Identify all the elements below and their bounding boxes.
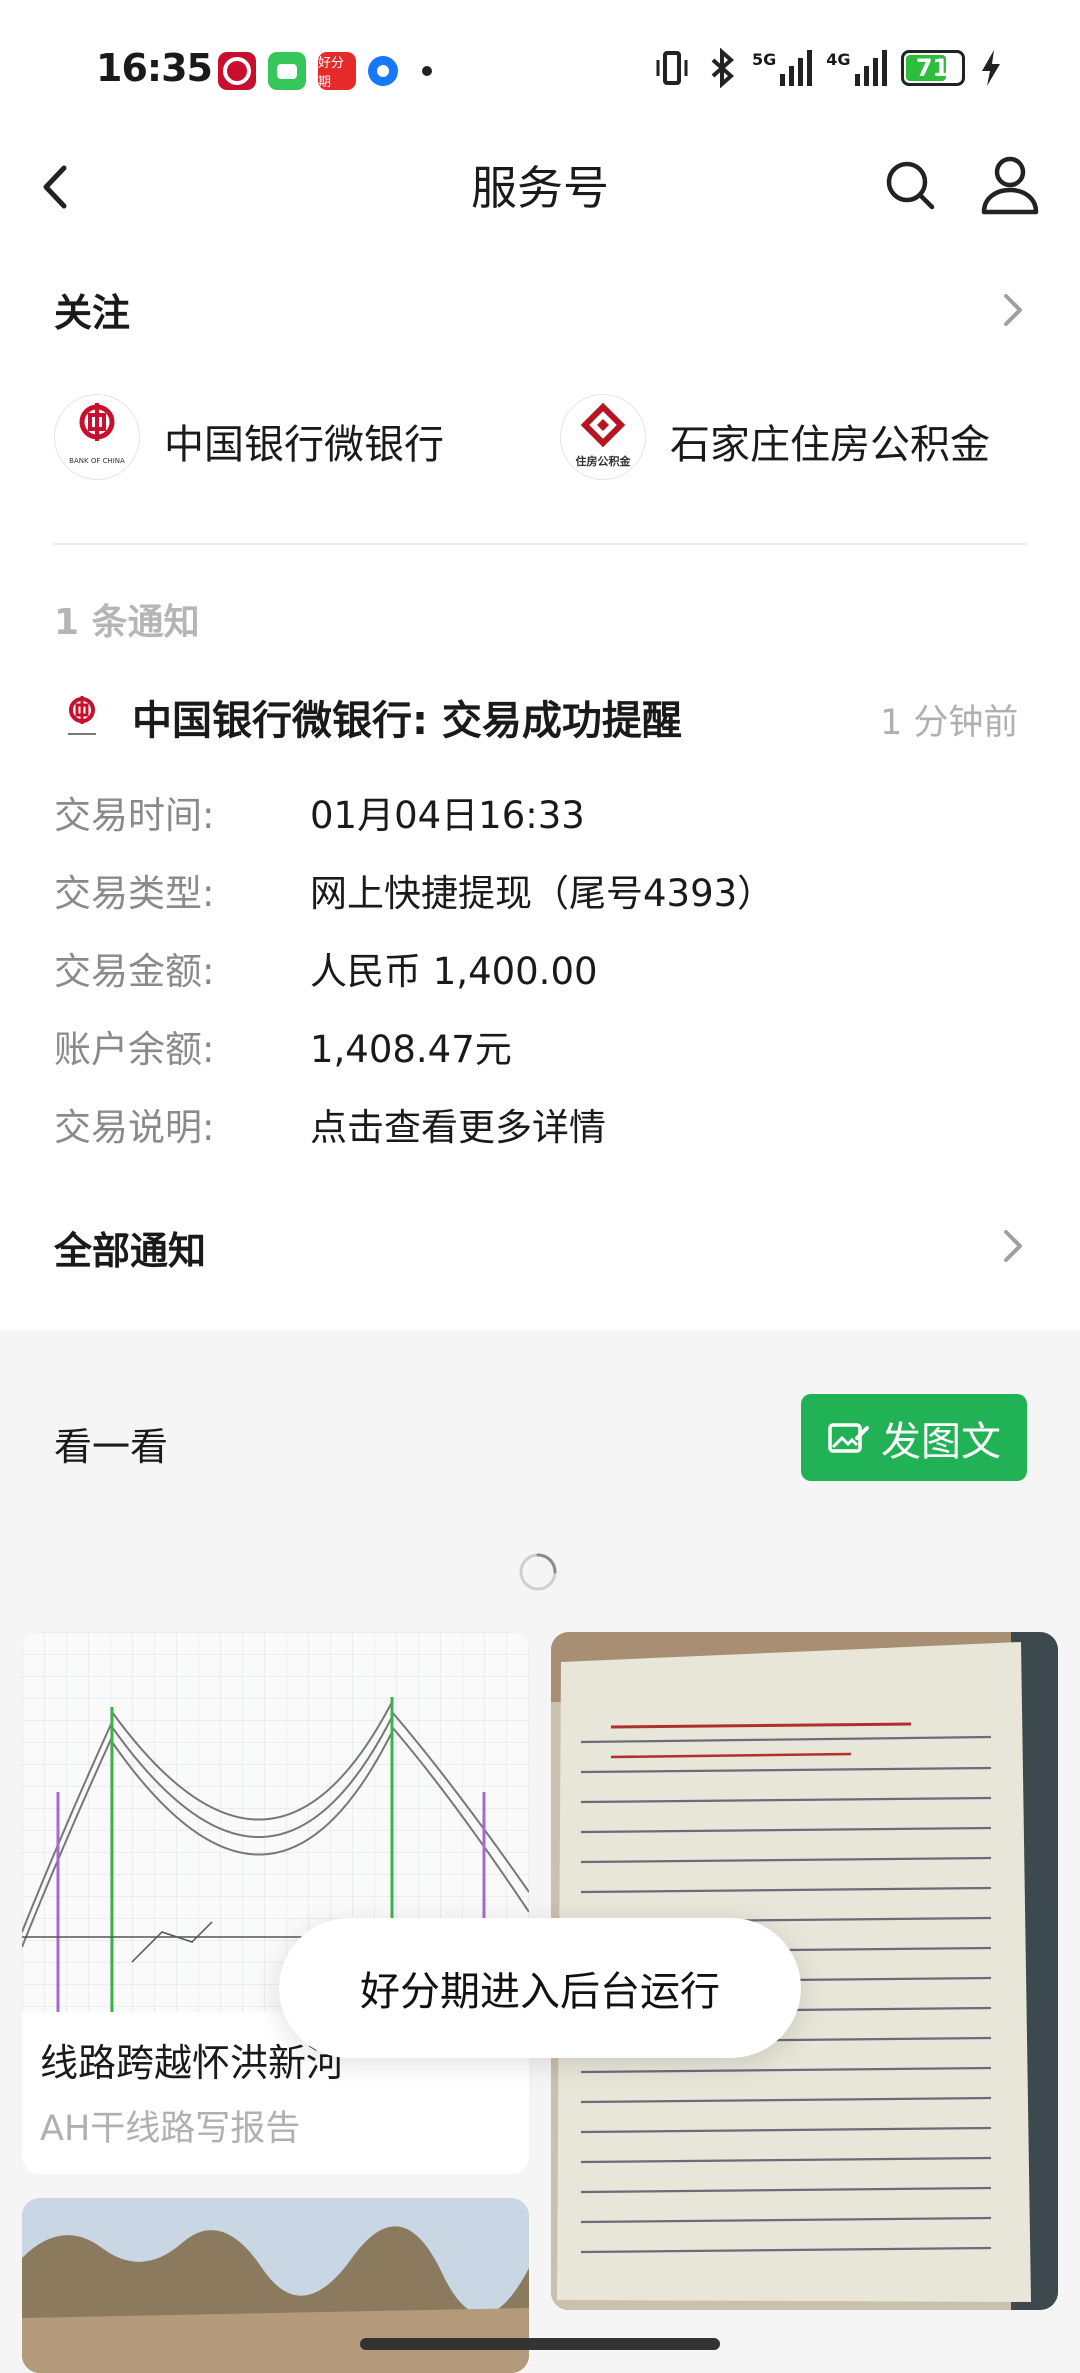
followed-account-housing-fund[interactable]: 住房公积金 石家庄住房公积金 bbox=[560, 394, 1040, 484]
vibrate-icon bbox=[656, 51, 688, 85]
boc-logo-icon bbox=[68, 696, 96, 735]
notice-count: 1 条通知 bbox=[54, 602, 200, 643]
battery-level: 71 bbox=[915, 54, 950, 82]
network-5g-label: 5G bbox=[752, 50, 777, 69]
all-notices-label: 全部通知 bbox=[54, 1229, 207, 1273]
person-icon bbox=[981, 156, 1039, 215]
boc-logo-caption: BANK OF CHINA bbox=[69, 457, 125, 465]
haofenqi-icon: 好分期 bbox=[318, 52, 356, 90]
boc-logo-icon bbox=[79, 403, 115, 441]
row-label-type: 交易类型: bbox=[54, 872, 215, 915]
row-value-amount: 人民币 1,400.00 bbox=[310, 950, 598, 993]
row-label-time: 交易时间: bbox=[54, 794, 215, 837]
signal-5g-icon: 5G bbox=[752, 50, 813, 86]
followed-account-boc[interactable]: BANK OF CHINA 中国银行微银行 bbox=[54, 394, 494, 484]
search-icon bbox=[886, 161, 935, 210]
messages-icon bbox=[268, 52, 306, 90]
card-title: 线路跨越怀洪新河 bbox=[40, 2041, 345, 2085]
post-image-text-button[interactable]: 发图文 bbox=[801, 1394, 1027, 1481]
browser-icon bbox=[368, 56, 398, 86]
toast-message: 好分期进入后台运行 bbox=[279, 1918, 801, 2058]
notice-time: 1 分钟前 bbox=[880, 703, 1019, 743]
loading-spinner-icon bbox=[518, 1552, 558, 1592]
housing-fund-logo-caption: 住房公积金 bbox=[575, 455, 631, 468]
row-label-balance: 账户余额: bbox=[54, 1028, 215, 1071]
status-time: 16:35 bbox=[96, 46, 213, 90]
image-edit-icon bbox=[828, 1422, 869, 1453]
feed-label: 看一看 bbox=[54, 1425, 169, 1469]
boc-logo: BANK OF CHINA bbox=[54, 394, 140, 480]
housing-fund-logo: 住房公积金 bbox=[560, 394, 646, 480]
post-button-label: 发图文 bbox=[881, 1418, 1001, 1465]
more-notifications-dot bbox=[422, 66, 432, 76]
boc-small-logo bbox=[54, 690, 110, 746]
feed-card[interactable]: 线路跨越怀洪新河 AH干线路写报告 bbox=[22, 1632, 529, 2174]
followed-account-name: 中国银行微银行 bbox=[164, 422, 444, 468]
battery-icon: 71 bbox=[900, 50, 965, 86]
divider bbox=[54, 543, 1026, 545]
card-source: AH干线路写报告 bbox=[40, 2109, 301, 2149]
network-4g-label: 4G bbox=[826, 50, 851, 69]
profile-button[interactable] bbox=[974, 148, 1046, 220]
home-indicator[interactable] bbox=[360, 2338, 720, 2350]
all-notices-row[interactable]: 全部通知 bbox=[0, 1200, 1080, 1290]
chevron-right-icon bbox=[1004, 1230, 1022, 1262]
followed-account-name: 石家庄住房公积金 bbox=[670, 422, 990, 468]
notice-title: 中国银行微银行: 交易成功提醒 bbox=[132, 698, 682, 744]
status-app-icons: 好分期 bbox=[218, 52, 432, 90]
status-indicators: 5G 4G 71 bbox=[652, 48, 1003, 88]
row-value-type: 网上快捷提现（尾号4393） bbox=[310, 872, 775, 915]
row-label-amount: 交易金额: bbox=[54, 950, 215, 993]
row-value-time: 01月04日16:33 bbox=[310, 794, 585, 837]
bank-app-icon bbox=[218, 52, 256, 90]
follow-label: 关注 bbox=[54, 291, 131, 335]
search-button[interactable] bbox=[876, 150, 946, 220]
follow-header[interactable]: 关注 bbox=[0, 270, 1080, 350]
row-value-balance: 1,408.47元 bbox=[310, 1028, 512, 1071]
charging-icon bbox=[981, 50, 1000, 86]
bluetooth-icon bbox=[711, 48, 735, 88]
row-label-note: 交易说明: bbox=[54, 1106, 215, 1149]
row-value-note: 点击查看更多详情 bbox=[310, 1106, 606, 1149]
signal-4g-icon: 4G bbox=[826, 50, 887, 86]
chevron-right-icon bbox=[1004, 294, 1022, 326]
